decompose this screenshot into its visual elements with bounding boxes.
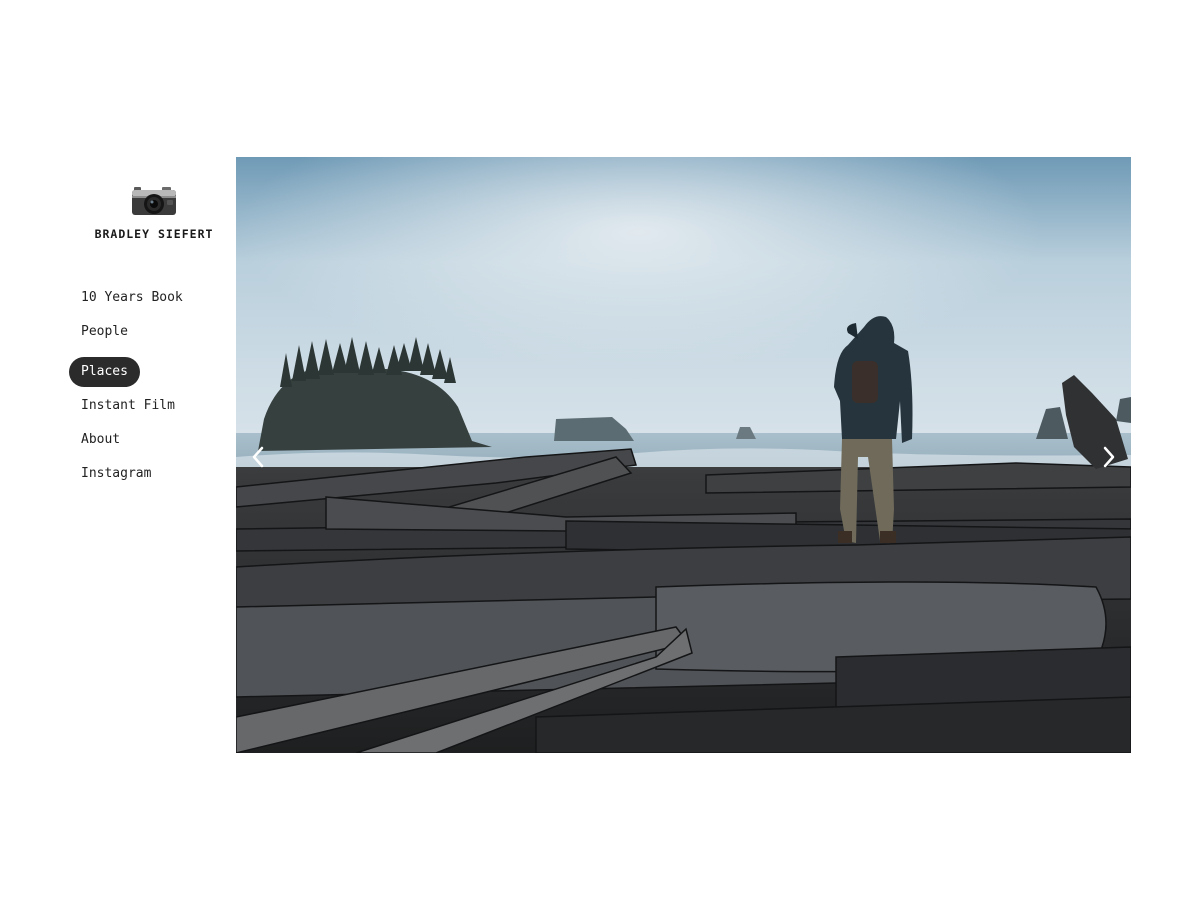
nav-item-instagram[interactable]: Instagram xyxy=(69,462,163,486)
nav-row: Instagram xyxy=(69,462,195,496)
nav-item-people[interactable]: People xyxy=(69,320,140,344)
nav-row: Places xyxy=(69,357,195,394)
nav-item-places[interactable]: Places xyxy=(69,357,140,387)
next-slide-button[interactable] xyxy=(1095,442,1123,472)
hiker-on-driftwood-beach-photo xyxy=(236,157,1131,753)
page: BRADLEY SIEFERT 10 Years Book People Pla… xyxy=(0,0,1200,900)
nav-item-10-years-book[interactable]: 10 Years Book xyxy=(69,286,195,310)
photo-slideshow[interactable] xyxy=(236,157,1131,753)
sidebar: BRADLEY SIEFERT 10 Years Book People Pla… xyxy=(0,0,236,900)
nav-row: People xyxy=(69,320,195,354)
previous-slide-button[interactable] xyxy=(244,442,272,472)
nav-item-about[interactable]: About xyxy=(69,428,132,452)
nav-row: About xyxy=(69,428,195,462)
nav-item-instant-film[interactable]: Instant Film xyxy=(69,394,187,418)
chevron-left-icon xyxy=(252,446,264,468)
nav-row: 10 Years Book xyxy=(69,286,195,320)
nav-row: Instant Film xyxy=(69,394,195,428)
main-nav: 10 Years Book People Places Instant Film… xyxy=(69,286,195,496)
camera-icon xyxy=(132,187,176,215)
site-brand-link[interactable]: BRADLEY SIEFERT xyxy=(92,186,216,241)
chevron-right-icon xyxy=(1103,446,1115,468)
site-name: BRADLEY SIEFERT xyxy=(94,227,214,241)
